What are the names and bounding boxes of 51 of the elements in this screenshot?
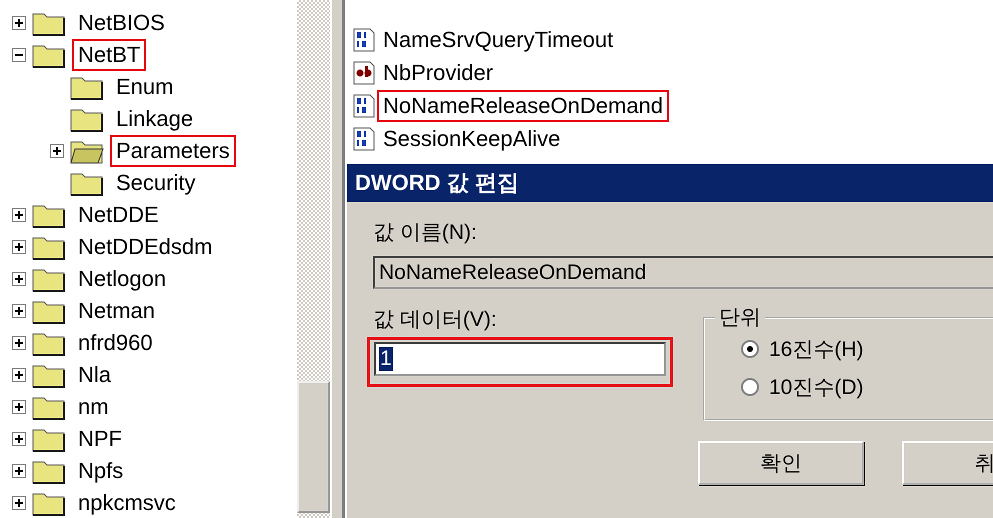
binary-value-icon (353, 126, 375, 150)
radio-label[interactable]: 16진수(H) (769, 335, 864, 363)
scrollbar-thumb[interactable] (297, 381, 330, 513)
binary-value-icon (353, 94, 375, 118)
data-field[interactable]: 1 (374, 342, 666, 376)
tree-item[interactable]: NetBIOS (72, 7, 171, 39)
radio-button[interactable] (741, 378, 759, 396)
value-name[interactable]: NameSrvQueryTimeout (377, 24, 620, 56)
tree-item[interactable]: NetDDE (72, 199, 165, 231)
radio-button[interactable] (741, 340, 759, 358)
tree-item[interactable]: Netlogon (72, 263, 172, 295)
expand-icon[interactable] (12, 368, 26, 382)
expand-icon[interactable] (12, 272, 26, 286)
scrollbar-track[interactable] (297, 0, 330, 518)
splitter[interactable] (330, 0, 345, 518)
dialog-button[interactable]: 확인 (698, 441, 864, 485)
tree-item[interactable]: NPF (72, 423, 128, 455)
expand-icon[interactable] (12, 464, 26, 478)
collapse-icon[interactable] (12, 48, 26, 62)
tree-item[interactable]: nm (72, 391, 115, 423)
expand-icon[interactable] (12, 336, 26, 350)
tree-item[interactable]: Npfs (72, 455, 130, 487)
tree-item[interactable]: NetBT (72, 39, 146, 71)
expand-icon[interactable] (12, 240, 26, 254)
binary-value-icon (353, 28, 375, 52)
expand-icon[interactable] (12, 304, 26, 318)
radio-label[interactable]: 10진수(D) (769, 373, 864, 401)
expand-icon[interactable] (12, 208, 26, 222)
value-name[interactable]: NbProvider (377, 56, 500, 88)
expand-icon[interactable] (12, 400, 26, 414)
field-label: 값 데이터(V): (373, 307, 498, 333)
tree-item[interactable]: NetDDEdsdm (72, 231, 218, 263)
tree-item[interactable]: Enum (110, 71, 180, 103)
field-label: 값 이름(N): (373, 220, 478, 246)
dialog-button[interactable]: 취 (902, 441, 993, 485)
dialog-title: DWORD 값 편집 (347, 164, 993, 202)
expand-icon[interactable] (12, 432, 26, 446)
expand-icon[interactable] (12, 496, 26, 510)
value-name[interactable]: SessionKeepAlive (377, 122, 566, 154)
value-name[interactable]: NoNameReleaseOnDemand (377, 90, 670, 122)
string-value-icon (353, 60, 375, 84)
tree-item[interactable]: Security (110, 167, 202, 199)
name-field[interactable]: NoNameReleaseOnDemand (373, 256, 993, 289)
tree-item[interactable]: Parameters (110, 135, 236, 167)
tree-item[interactable]: Netman (72, 295, 162, 327)
tree-item[interactable]: npkcmsvc (72, 487, 182, 518)
expand-icon[interactable] (50, 144, 64, 158)
tree-item[interactable]: Nla (72, 359, 118, 391)
tree-item[interactable]: Linkage (110, 103, 200, 135)
tree-item[interactable]: nfrd960 (72, 327, 159, 359)
expand-icon[interactable] (12, 16, 26, 30)
